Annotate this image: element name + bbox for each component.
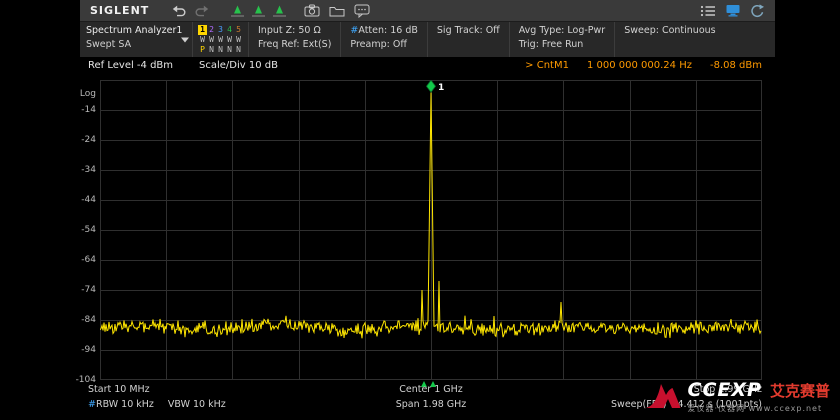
settings-bar: Spectrum Analyzer1 Swept SA 12345WWWWWPN… — [80, 22, 775, 57]
y-axis-labels: Log-14-24-34-44-54-64-74-84-94-104 — [80, 80, 97, 380]
settings-line: Sweep: Continuous — [624, 25, 715, 37]
screenshot-root: SIGLENT — [0, 0, 840, 420]
y-axis-label: -64 — [81, 255, 96, 265]
marker-readout-name: > CntM1 — [525, 60, 569, 71]
settings-line: Freq Ref: Ext(S) — [258, 39, 331, 51]
trace-table-row: PNNNN — [198, 45, 243, 55]
start-frequency-label[interactable]: Start 10 MHz — [88, 384, 150, 395]
undo-icon[interactable] — [172, 3, 186, 19]
refresh-icon[interactable] — [750, 3, 765, 19]
settings-field-3[interactable]: Sig Track: Off — [427, 22, 509, 57]
spectrum-trace — [100, 92, 761, 338]
trace-3-indicator-icon[interactable] — [272, 3, 287, 19]
reference-row: Ref Level -4 dBm Scale/Div 10 dB — [88, 60, 278, 71]
ref-level-readout[interactable]: Ref Level -4 dBm — [88, 60, 173, 71]
menu-list-icon[interactable] — [700, 3, 716, 19]
trace-1-number[interactable]: 1 — [198, 25, 207, 35]
remote-device-icon[interactable] — [725, 3, 741, 19]
trace-1-mode[interactable]: W — [198, 35, 207, 45]
top-toolbar: SIGLENT — [80, 0, 775, 22]
trace-4-number[interactable]: 4 — [225, 25, 234, 35]
ccexp-watermark: CCEXP 艾克赛普 爱仪器·仪器网 www.ccexp.net — [644, 379, 830, 414]
analyzer-screen: SIGLENT — [80, 0, 775, 420]
watermark-brand: CCEXP — [688, 379, 762, 401]
span-label[interactable]: Span 1.98 GHz — [396, 399, 467, 410]
mode-title: Spectrum Analyzer1 — [86, 25, 186, 37]
settings-fields: Input Z: 50 Ω Freq Ref: Ext(S) #Atten: 16 … — [248, 22, 725, 57]
scale-type-label: Log — [80, 89, 96, 99]
redo-icon[interactable] — [195, 3, 209, 19]
trace-2-number[interactable]: 2 — [207, 25, 216, 35]
trace-1-indicator-icon[interactable] — [230, 3, 245, 19]
message-icon[interactable] — [354, 3, 370, 19]
settings-field-4[interactable]: Avg Type: Log-Pwr Trig: Free Run — [509, 22, 614, 57]
trace-2-detector[interactable]: N — [207, 45, 216, 55]
settings-field-2[interactable]: #Atten: 16 dB Preamp: Off — [340, 22, 427, 57]
watermark-tagline: 爱仪器·仪器网 www.ccexp.net — [688, 403, 830, 414]
folder-icon[interactable] — [329, 3, 345, 19]
center-frequency-label[interactable]: Center 1 GHz — [399, 384, 463, 395]
settings-line: Trig: Free Run — [519, 39, 605, 51]
trace-5-detector[interactable]: N — [234, 45, 243, 55]
trace-1-detector[interactable]: P — [198, 45, 207, 55]
settings-line: Input Z: 50 Ω — [258, 25, 331, 37]
y-axis-label: -44 — [81, 195, 96, 205]
trace-5-number[interactable]: 5 — [234, 25, 243, 35]
marker-readout: > CntM1 1 000 000 000.24 Hz -8.08 dBm — [525, 60, 762, 71]
watermark-brand-cn: 艾克赛普 — [770, 380, 830, 401]
trace-3-number[interactable]: 3 — [216, 25, 225, 35]
settings-line: Avg Type: Log-Pwr — [519, 25, 605, 37]
bandwidth-row: #RBW 10 kHz VBW 10 kHz — [88, 399, 226, 410]
marker-1-diamond-icon[interactable] — [427, 80, 436, 92]
trace-3-detector[interactable]: N — [216, 45, 225, 55]
trace-2-mode[interactable]: W — [207, 35, 216, 45]
siglent-logo: SIGLENT — [90, 4, 149, 17]
scale-div-readout[interactable]: Scale/Div 10 dB — [199, 60, 278, 71]
settings-field-5[interactable]: Sweep: Continuous — [614, 22, 724, 57]
trace-table-row: 12345 — [198, 25, 243, 35]
y-axis-label: -24 — [81, 135, 96, 145]
coupled-hash-icon: # — [88, 399, 96, 410]
trace-4-mode[interactable]: W — [225, 35, 234, 45]
coupled-hash-icon: # — [350, 25, 358, 36]
y-axis-label: -14 — [81, 105, 96, 115]
trace-2-indicator-icon[interactable] — [251, 3, 266, 19]
y-axis-label: -74 — [81, 285, 96, 295]
camera-icon[interactable] — [304, 3, 320, 19]
chevron-down-icon — [181, 37, 189, 42]
marker-readout-amplitude: -8.08 dBm — [710, 60, 762, 71]
trace-5-mode[interactable]: W — [234, 35, 243, 45]
trace-table-row: WWWWW — [198, 35, 243, 45]
settings-line: Sig Track: Off — [437, 25, 500, 37]
vbw-label[interactable]: VBW 10 kHz — [168, 399, 226, 410]
y-axis-label: -54 — [81, 225, 96, 235]
marker-1-label: 1 — [438, 83, 444, 93]
trace-indicator-group — [230, 3, 287, 19]
y-axis-label: -84 — [81, 315, 96, 325]
y-axis-label: -94 — [81, 345, 96, 355]
measurement-mode-selector[interactable]: Spectrum Analyzer1 Swept SA — [80, 22, 192, 57]
settings-line: #Atten: 16 dB — [350, 25, 418, 37]
trace-4-detector[interactable]: N — [225, 45, 234, 55]
y-axis-label: -34 — [81, 165, 96, 175]
rbw-value: RBW 10 kHz — [96, 399, 154, 410]
rbw-label[interactable]: #RBW 10 kHz — [88, 399, 154, 410]
trace-table[interactable]: 12345WWWWWPNNNN — [192, 22, 248, 57]
settings-line: Preamp: Off — [350, 39, 418, 51]
ccexp-logo-icon — [644, 379, 682, 409]
marker-readout-frequency: 1 000 000 000.24 Hz — [587, 60, 692, 71]
spectrum-display[interactable]: 1 — [100, 80, 762, 380]
trace-3-mode[interactable]: W — [216, 35, 225, 45]
mode-subtitle: Swept SA — [86, 39, 186, 51]
settings-field-1[interactable]: Input Z: 50 Ω Freq Ref: Ext(S) — [248, 22, 340, 57]
